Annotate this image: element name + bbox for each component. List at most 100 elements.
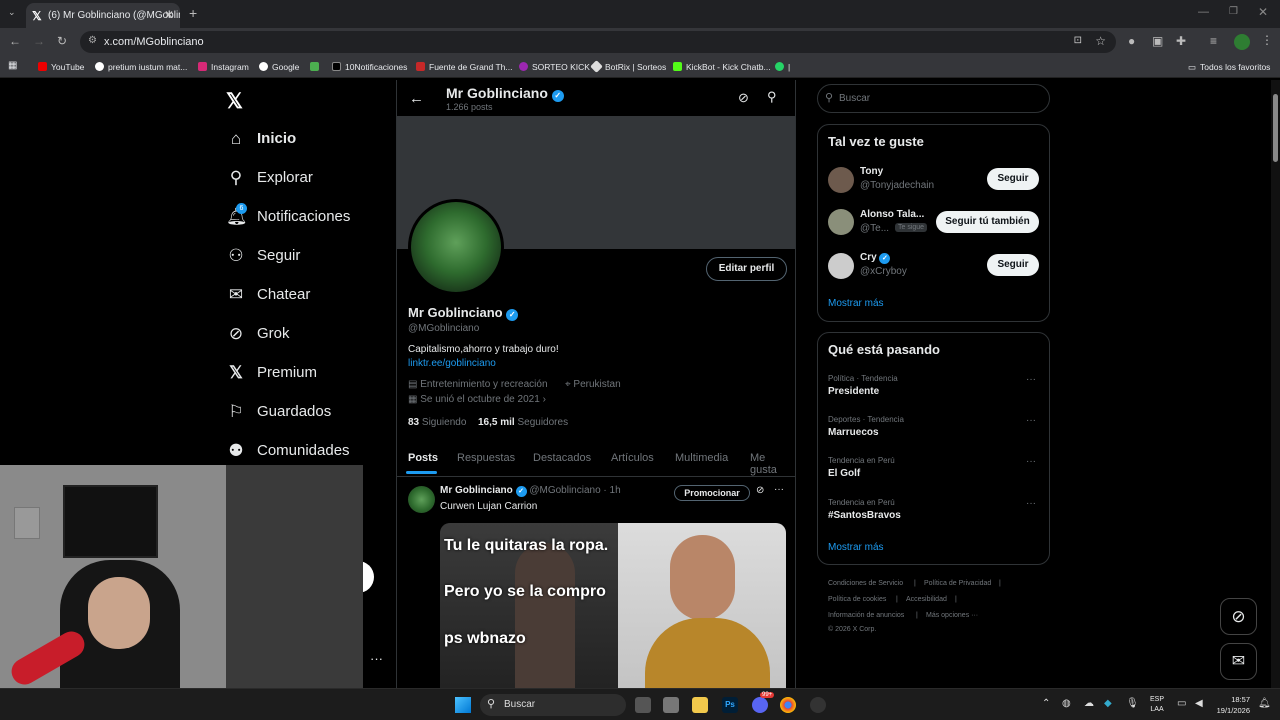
trend-more-icon[interactable]: ··· (1026, 415, 1036, 426)
reload-icon[interactable]: ↻ (57, 34, 67, 48)
trend-topic[interactable]: Marruecos (828, 427, 879, 438)
browser-tab[interactable]: 𝕏 (6) Mr Goblinciano (@MGoblinc ✕ (26, 3, 180, 28)
bookmark-colorful[interactable] (310, 62, 323, 72)
tab-articles[interactable]: Artículos (611, 452, 654, 464)
bookmark-google[interactable]: Google (259, 62, 299, 72)
grok-post-icon[interactable]: ⊘ (756, 485, 764, 496)
avatar[interactable] (828, 209, 854, 235)
tray-app-icon[interactable]: ◆ (1104, 698, 1112, 709)
language-indicator[interactable]: ESP LAA (1150, 695, 1164, 715)
avatar[interactable] (828, 167, 854, 193)
site-info-icon[interactable]: ⚙ (88, 35, 97, 46)
tray-icon[interactable]: ◍ (1062, 698, 1071, 709)
trend-more-icon[interactable]: ··· (1026, 456, 1036, 467)
close-tab-icon[interactable]: ✕ (164, 8, 174, 22)
tab-replies[interactable]: Respuestas (457, 452, 515, 464)
apps-icon[interactable]: ▦ (8, 60, 17, 71)
trends-show-more[interactable]: Mostrar más (828, 542, 884, 553)
cloud-icon[interactable]: ☁ (1084, 698, 1094, 709)
bookmark-10notificaciones[interactable]: 10Notificaciones (332, 62, 407, 72)
extension2-icon[interactable]: ▣ (1152, 34, 1163, 48)
tab-likes[interactable]: Me gusta (750, 452, 795, 476)
avatar[interactable] (828, 253, 854, 279)
chrome-icon[interactable] (780, 697, 796, 713)
post-more-icon[interactable]: ··· (774, 484, 784, 495)
tab-posts[interactable]: Posts (408, 452, 438, 464)
footer-terms[interactable]: Condiciones de Servicio (828, 580, 903, 587)
footer-accessibility[interactable]: Accesibilidad (906, 596, 947, 603)
avatar[interactable] (408, 199, 504, 295)
trend-topic[interactable]: #SantosBravos (828, 510, 901, 521)
account-more-icon[interactable]: ··· (370, 651, 383, 666)
close-window-icon[interactable]: ✕ (1258, 5, 1268, 19)
install-icon[interactable]: ⊡ (1074, 35, 1082, 46)
search-profile-icon[interactable]: ⚲ (767, 89, 777, 105)
post[interactable]: Mr Goblinciano ✓ @MGoblinciano · 1h Prom… (397, 477, 795, 720)
omnibox[interactable]: ⚙ x.com/MGoblinciano ☆ ⊡ (80, 31, 1116, 53)
bookmark-star-icon[interactable]: ☆ (1095, 34, 1106, 48)
url-text[interactable]: x.com/MGoblinciano (104, 36, 204, 48)
bookmark-sorteo-kick[interactable]: SORTEO KICK (519, 62, 590, 72)
bookmark-whatsapp[interactable]: | (775, 62, 790, 72)
bookmark-instagram[interactable]: Instagram (198, 62, 249, 72)
search-input[interactable]: ⚲ Buscar (817, 84, 1050, 113)
followers-stat[interactable]: 16,5 mil Seguidores (478, 417, 568, 428)
new-tab-icon[interactable]: + (189, 5, 197, 21)
extensions-puzzle-icon[interactable]: ✚ (1176, 34, 1186, 48)
grok-float-button[interactable]: ⊘ (1220, 598, 1257, 635)
x-home-logo-icon[interactable]: 𝕏 (226, 89, 243, 114)
menu-icon[interactable]: ⋮ (1261, 33, 1273, 47)
grok-analyze-icon[interactable]: ⊘ (738, 90, 749, 106)
microphone-icon[interactable]: 🎙︎ (1126, 698, 1139, 709)
suggestion-name[interactable]: Tony (860, 166, 883, 177)
bookmark-fuente[interactable]: Fuente de Grand Th... (416, 62, 512, 72)
messages-float-button[interactable]: ✉ (1220, 643, 1257, 680)
bookmark-youtube[interactable]: YouTube (38, 62, 84, 72)
footer-ads-info[interactable]: Información de anuncios (828, 612, 904, 619)
follow-button[interactable]: Seguir (987, 168, 1039, 190)
photoshop-icon[interactable]: Ps (722, 697, 738, 713)
trend-topic[interactable]: El Golf (828, 468, 860, 479)
task-view-icon[interactable] (635, 697, 651, 713)
volume-icon[interactable]: ◀ (1195, 698, 1203, 709)
chevron-up-icon[interactable]: ⌃ (1042, 698, 1050, 709)
scrollbar-thumb[interactable] (1273, 94, 1278, 162)
restore-icon[interactable]: ❐ (1229, 6, 1238, 17)
following-stat[interactable]: 83 Siguiendo (408, 417, 466, 428)
suggestion-name[interactable]: Alonso Tala... (860, 209, 924, 220)
follow-back-button[interactable]: Seguir tú también (936, 211, 1039, 233)
bookmark-kickbot[interactable]: KickBot - Kick Chatb... (673, 62, 771, 72)
windows-start-icon[interactable] (455, 697, 471, 713)
footer-cookies[interactable]: Política de cookies (828, 596, 886, 603)
discord-icon[interactable] (752, 697, 768, 713)
bookmark-botrix[interactable]: BotRix | Sorteos (590, 60, 666, 73)
extension-icon[interactable]: ● (1128, 34, 1135, 48)
file-explorer-icon[interactable] (692, 697, 708, 713)
network-icon[interactable]: ▭ (1177, 698, 1186, 709)
taskbar-search[interactable]: ⚲ Buscar (480, 694, 626, 716)
tab-search-icon[interactable]: ⌄ (8, 7, 16, 18)
profile-link[interactable]: linktr.ee/goblinciano (408, 358, 496, 369)
suggestion-name[interactable]: Cry ✓ (860, 252, 891, 264)
back-icon[interactable]: ← (9, 34, 21, 48)
bookmark-pretium[interactable]: pretium iustum mat... (95, 62, 187, 72)
footer-more-options[interactable]: Más opciones ··· (926, 612, 978, 619)
clock[interactable]: 18:57 19/1/2026 (1210, 694, 1250, 716)
profile-joined[interactable]: ▦ Se unió el octubre de 2021 › (408, 394, 546, 405)
forward-icon[interactable]: → (33, 34, 45, 48)
edit-profile-button[interactable]: Editar perfil (706, 257, 787, 281)
post-avatar[interactable] (408, 486, 435, 513)
tab-highlights[interactable]: Destacados (533, 452, 591, 464)
app-icon[interactable] (663, 697, 679, 713)
scrollbar[interactable] (1271, 80, 1280, 688)
footer-privacy[interactable]: Política de Privacidad (924, 580, 991, 587)
trend-more-icon[interactable]: ··· (1026, 374, 1036, 385)
profile-avatar[interactable] (1234, 34, 1250, 50)
all-bookmarks[interactable]: ▭ Todos los favoritos (1188, 62, 1270, 73)
promote-button[interactable]: Promocionar (674, 485, 750, 501)
notifications-icon[interactable]: 🔔︎ (1258, 698, 1271, 709)
trend-more-icon[interactable]: ··· (1026, 498, 1036, 509)
back-arrow-icon[interactable]: ← (409, 90, 424, 107)
obs-icon[interactable] (810, 697, 826, 713)
minimize-icon[interactable]: — (1198, 6, 1209, 18)
